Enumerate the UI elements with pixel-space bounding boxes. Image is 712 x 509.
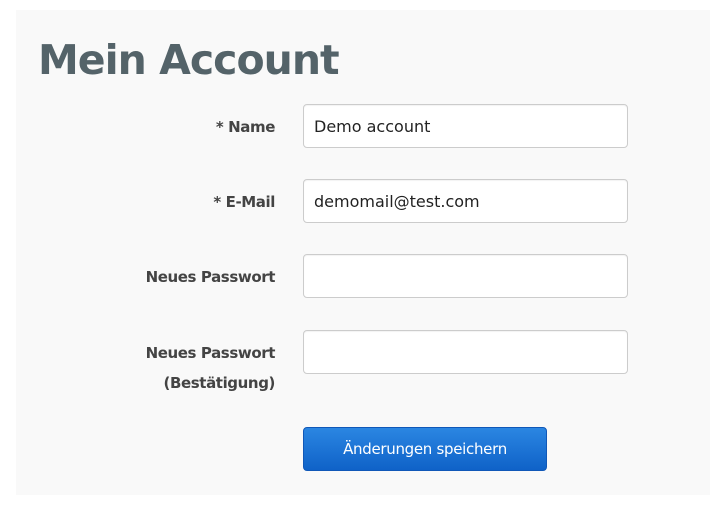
new-password-confirmation-label-line1: Neues Passwort	[145, 344, 276, 362]
name-field[interactable]	[303, 104, 628, 148]
new-password-label: Neues Passwort	[145, 268, 276, 286]
new-password-field[interactable]	[303, 254, 628, 298]
name-label: * Name	[215, 118, 276, 136]
new-password-confirmation-label: Neues Passwort (Bestätigung)	[0, 338, 276, 398]
email-label: * E-Mail	[213, 193, 275, 211]
new-password-confirmation-field[interactable]	[303, 330, 628, 374]
new-password-confirmation-label-line2: (Bestätigung)	[163, 374, 276, 392]
save-changes-button[interactable]: Änderungen speichern	[303, 427, 547, 471]
email-field[interactable]	[303, 179, 628, 223]
page-title: Mein Account	[38, 36, 340, 84]
